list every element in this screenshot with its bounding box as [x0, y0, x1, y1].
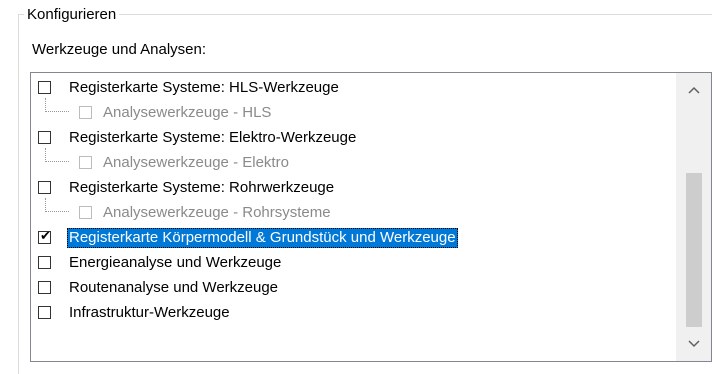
checkbox [79, 206, 92, 219]
checklist-item[interactable]: Infrastruktur-Werkzeuge [31, 301, 706, 326]
tree-connector-line [45, 98, 69, 112]
checkbox[interactable] [38, 181, 51, 194]
checklist-item[interactable]: ✔ Registerkarte Körpermodell & Grundstück… [31, 226, 706, 251]
tree-connector-line [45, 148, 69, 162]
checkbox[interactable] [38, 281, 51, 294]
checkbox[interactable]: ✔ [38, 229, 51, 244]
checklist-item-label[interactable]: Infrastruktur-Werkzeuge [69, 303, 230, 323]
checklist-item[interactable]: Registerkarte Systeme: Elektro-Werkzeuge [31, 126, 706, 151]
checklist-subitem[interactable]: Analysewerkzeuge - Rohrsysteme [31, 198, 706, 226]
chevron-down-icon[interactable] [677, 327, 711, 361]
checklist-item-label[interactable]: Registerkarte Systeme: Elektro-Werkzeuge [69, 128, 356, 148]
checklist-item[interactable]: Registerkarte Systeme: Rohrwerkzeuge [31, 176, 706, 201]
checklist-item-label[interactable]: Registerkarte Körpermodell & Grundstück … [67, 228, 458, 248]
checklist-item-label[interactable]: Registerkarte Systeme: HLS-Werkzeuge [69, 78, 339, 98]
checklist-subitem[interactable]: Analysewerkzeuge - Elektro [31, 148, 706, 176]
checklist-item[interactable]: Energieanalyse und Werkzeuge [31, 251, 706, 276]
tools-and-analyses-label: Werkzeuge und Analysen: [32, 41, 207, 58]
tools-checklist[interactable]: Registerkarte Systeme: HLS-Werkzeuge Anal… [30, 72, 712, 362]
checklist-item-label[interactable]: Routenanalyse und Werkzeuge [69, 278, 278, 298]
checkbox[interactable] [38, 306, 51, 319]
checkbox[interactable] [38, 131, 51, 144]
groupbox-title: Konfigurieren [24, 6, 120, 24]
checklist-item[interactable]: Registerkarte Systeme: HLS-Werkzeuge [31, 76, 706, 101]
checkbox [79, 106, 92, 119]
chevron-up-icon[interactable] [677, 73, 711, 107]
checkbox [79, 156, 92, 169]
checklist-item[interactable]: Routenanalyse und Werkzeuge [31, 276, 706, 301]
checklist-item-label[interactable]: Analysewerkzeuge - Rohrsysteme [103, 203, 331, 223]
checkbox[interactable] [38, 256, 51, 269]
checklist-items: Registerkarte Systeme: HLS-Werkzeuge Anal… [31, 76, 706, 326]
tree-connector-line [45, 198, 69, 212]
checkbox[interactable] [38, 81, 51, 94]
checklist-item-label[interactable]: Registerkarte Systeme: Rohrwerkzeuge [69, 178, 334, 198]
checklist-item-label[interactable]: Energieanalyse und Werkzeuge [69, 253, 281, 273]
checklist-subitem[interactable]: Analysewerkzeuge - HLS [31, 98, 706, 126]
vertical-scrollbar[interactable] [676, 73, 711, 361]
checklist-item-label[interactable]: Analysewerkzeuge - Elektro [103, 153, 289, 173]
checkmark-icon: ✔ [40, 229, 51, 244]
checklist-item-label[interactable]: Analysewerkzeuge - HLS [103, 103, 271, 123]
scrollbar-thumb[interactable] [686, 173, 702, 327]
